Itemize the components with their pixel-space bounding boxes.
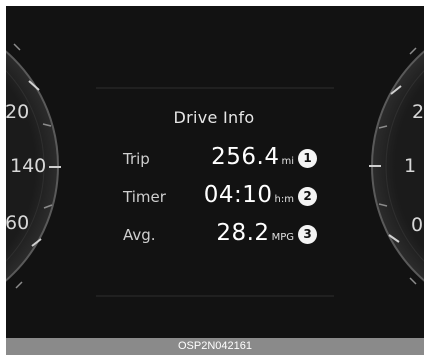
speed-tick-minor-4: [15, 281, 23, 289]
speed-label-bottom: 60: [6, 212, 30, 234]
trip-row: Trip 256.4 mi 1: [64, 140, 364, 174]
timer-number: 04:10: [203, 182, 273, 208]
callout-badge-2: 2: [298, 187, 317, 206]
callout-badge-1: 1: [298, 149, 317, 168]
timer-row: Timer 04:10 h:m 2: [64, 178, 364, 212]
timer-unit: h:m: [274, 194, 294, 205]
trip-label: Trip: [123, 150, 150, 168]
average-row: Avg. 28.2 MPG 3: [64, 216, 364, 250]
drive-info-panel: Drive Info Trip 256.4 mi 1 Timer 04:10 h:m…: [64, 82, 364, 298]
timer-value: 04:10 h:m: [204, 182, 294, 208]
average-label: Avg.: [123, 226, 156, 244]
rpm-tick-minor-3: [409, 47, 417, 55]
trip-number: 256.4: [211, 144, 280, 170]
image-caption: OSP2N042161: [6, 338, 424, 355]
rpm-label-bottom: 0: [411, 214, 424, 236]
rpm-tick-minor-4: [409, 277, 417, 285]
callout-badge-3: 3: [298, 225, 317, 244]
trip-value: 256.4 mi: [211, 144, 294, 170]
average-value: 28.2 MPG: [216, 220, 294, 246]
speed-label-middle: 140: [10, 155, 47, 177]
rpm-label-top: 2: [412, 101, 424, 123]
speed-tick-minor-3: [13, 43, 21, 51]
drive-info-title: Drive Info: [173, 108, 255, 127]
average-unit: MPG: [271, 232, 294, 243]
speed-label-top: 20: [6, 101, 30, 123]
timer-label: Timer: [123, 188, 166, 206]
average-number: 28.2: [216, 220, 270, 246]
rpm-label-middle: 1: [404, 155, 417, 177]
instrument-cluster-display: 20 140 60 2 1 0 Drive Info Trip 256.4 mi …: [6, 6, 424, 338]
trip-unit: mi: [281, 156, 294, 167]
